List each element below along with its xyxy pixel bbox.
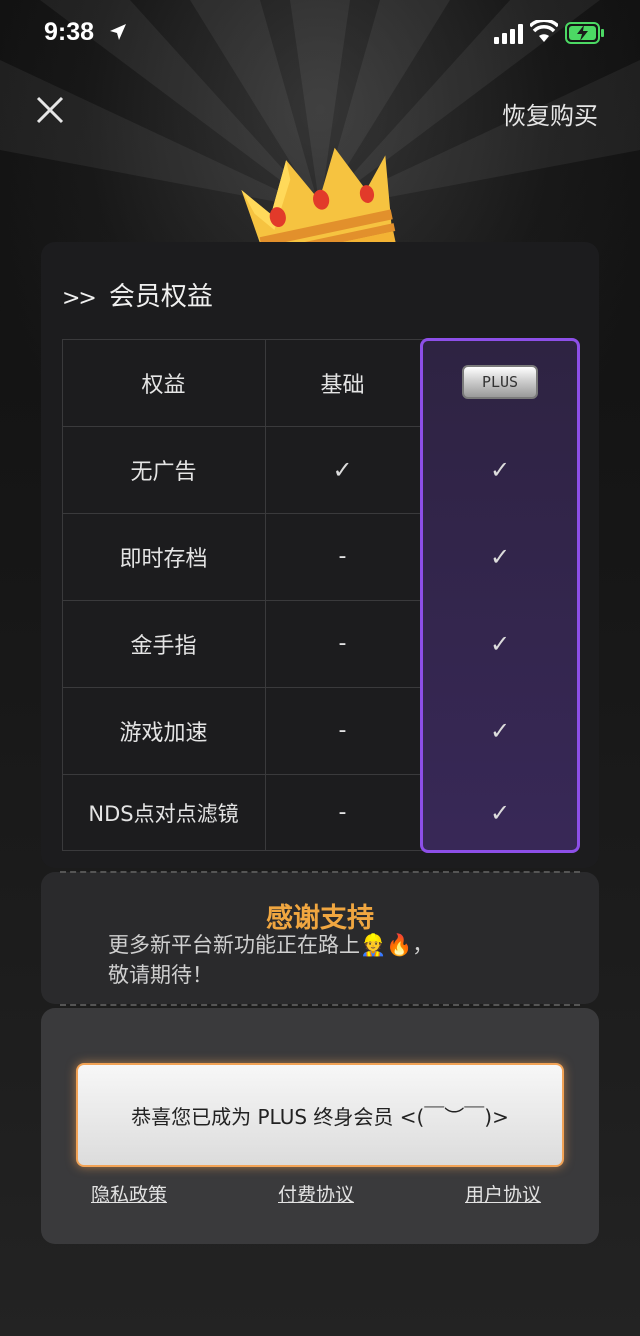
- check-icon: ✓: [489, 798, 511, 827]
- thanks-line-2: 敬请期待！: [108, 963, 213, 987]
- dash-value: -: [338, 544, 347, 569]
- check-icon: ✓: [489, 716, 511, 745]
- column-header-benefit: 权益: [141, 372, 186, 398]
- status-bar: 9:38: [0, 0, 640, 70]
- double-chevron-icon: >>: [62, 286, 97, 311]
- table-row-name: NDS点对点滤镜: [88, 801, 239, 826]
- benefits-title-text: 会员权益: [108, 282, 213, 312]
- battery-charging-icon: [565, 22, 604, 44]
- benefits-title: >> 会员权益: [62, 276, 213, 313]
- thanks-line-1: 更多新平台新功能正在路上👷🔥，: [108, 933, 434, 957]
- membership-status-button[interactable]: 恭喜您已成为 PLUS 终身会员 <(￣︶￣)>: [76, 1063, 564, 1167]
- payment-agreement-link[interactable]: 付费协议: [278, 1180, 354, 1207]
- thanks-message: 更多新平台新功能正在路上👷🔥， 敬请期待！: [108, 930, 528, 990]
- dash-value: -: [338, 800, 347, 825]
- check-icon: ✓: [332, 455, 353, 484]
- check-icon: ✓: [489, 455, 511, 484]
- status-time: 9:38: [44, 18, 95, 46]
- table-row-name: 即时存档: [119, 546, 208, 572]
- dashed-divider: [60, 871, 580, 873]
- check-icon: ✓: [489, 629, 511, 658]
- wifi-icon: [530, 20, 558, 42]
- user-agreement-link[interactable]: 用户协议: [465, 1180, 541, 1207]
- restore-purchase-button[interactable]: 恢复购买: [502, 96, 598, 131]
- plus-badge: PLUS: [462, 365, 538, 399]
- table-row-name: 无广告: [130, 459, 197, 485]
- close-icon[interactable]: [34, 94, 66, 126]
- check-icon: ✓: [489, 542, 511, 571]
- table-row-name: 游戏加速: [119, 720, 208, 746]
- privacy-policy-link[interactable]: 隐私政策: [91, 1180, 167, 1207]
- table-row-name: 金手指: [130, 633, 197, 659]
- location-arrow-icon: [110, 24, 126, 40]
- column-header-basic: 基础: [320, 372, 365, 398]
- cellular-signal-icon: [494, 24, 523, 44]
- dash-value: -: [338, 718, 347, 743]
- dash-value: -: [338, 631, 347, 656]
- dashed-divider: [60, 1004, 580, 1006]
